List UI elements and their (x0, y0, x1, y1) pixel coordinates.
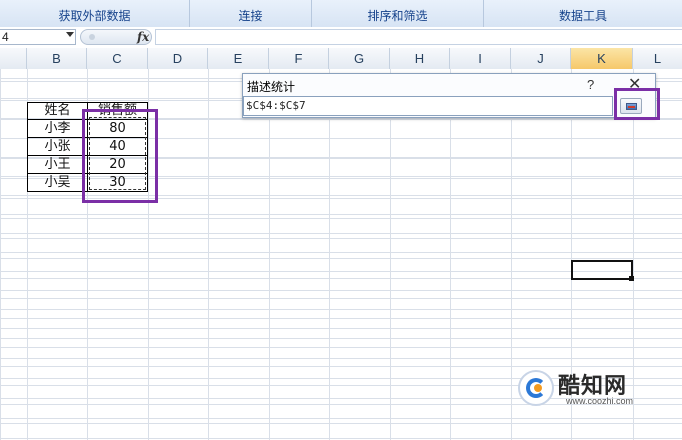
ribbon-group-connections[interactable]: 连接 (190, 0, 312, 27)
ribbon-group-label: 排序和筛选 (367, 9, 428, 23)
expand-handle-icon[interactable] (89, 34, 95, 40)
highlight-box-sales-range (82, 109, 158, 203)
ribbon-group-data-tools[interactable]: 数据工具 (484, 0, 682, 27)
ribbon-group-label: 获取外部数据 (58, 9, 131, 23)
table-cell-name[interactable]: 小张 (27, 137, 88, 156)
input-range-value: $C$4:$C$7 (246, 99, 306, 112)
help-icon[interactable]: ? (587, 77, 594, 92)
column-header-c[interactable]: C (87, 48, 148, 69)
dialog-title: 描述统计 (247, 80, 296, 94)
column-header-g[interactable]: G (329, 48, 390, 69)
column-header-d[interactable]: D (148, 48, 208, 69)
grid-row-line (0, 233, 682, 234)
column-header-h[interactable]: H (390, 48, 450, 69)
column-header-row: B C D E F G H I J K L (0, 48, 682, 70)
grid-row-line (0, 290, 682, 291)
ribbon-group-label: 连接 (238, 9, 263, 23)
grid-row-line (0, 366, 682, 367)
grid-row-line (0, 347, 682, 348)
active-cell[interactable] (571, 260, 634, 281)
grid-row-line (0, 214, 682, 215)
ribbon-group-sort-filter[interactable]: 排序和筛选 (312, 0, 484, 27)
watermark-logo-dot (534, 384, 542, 392)
grid-row-line (0, 328, 682, 329)
name-box[interactable]: 4 (0, 29, 76, 45)
highlight-box-expand-button (614, 88, 660, 120)
input-range-field[interactable]: $C$4:$C$7 (243, 96, 613, 116)
name-box-value: 4 (2, 30, 9, 44)
column-header-k[interactable]: K (571, 48, 633, 69)
chevron-down-icon[interactable] (66, 32, 74, 37)
formula-bar-controls: fx (80, 29, 152, 45)
column-header-e[interactable]: E (208, 48, 269, 69)
ribbon-group-get-external-data[interactable]: 获取外部数据 (0, 0, 190, 27)
column-header-f[interactable]: F (269, 48, 329, 69)
column-header-l[interactable]: L (633, 48, 682, 69)
select-all-corner[interactable] (0, 48, 27, 69)
descriptive-statistics-dialog: 描述统计 ? ✕ $C$4:$C$7 (242, 73, 656, 118)
table-cell-name[interactable]: 小李 (27, 119, 88, 138)
watermark-url: www.coozhi.com (566, 396, 634, 406)
table-header-name[interactable]: 姓名 (27, 102, 88, 120)
grid-row-line (0, 423, 682, 424)
watermark-logo (518, 370, 554, 406)
fill-handle[interactable] (629, 276, 634, 281)
column-header-i[interactable]: I (450, 48, 511, 69)
column-header-j[interactable]: J (511, 48, 571, 69)
grid-row-line (0, 252, 682, 253)
column-header-b[interactable]: B (27, 48, 87, 69)
formula-input[interactable] (155, 29, 682, 45)
table-cell-name[interactable]: 小王 (27, 155, 88, 174)
grid-row-line (0, 309, 682, 310)
insert-function-icon[interactable]: fx (137, 30, 149, 44)
table-cell-name[interactable]: 小吴 (27, 173, 88, 192)
ribbon-group-label: 数据工具 (558, 9, 607, 23)
formula-bar: 4 fx (0, 27, 682, 49)
ribbon-group-labels: 获取外部数据 连接 排序和筛选 数据工具 (0, 0, 682, 28)
